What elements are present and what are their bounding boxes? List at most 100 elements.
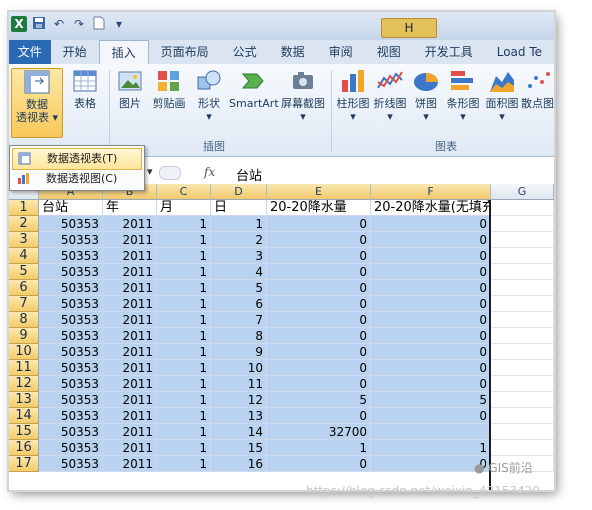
table-cell[interactable]: 0 xyxy=(267,248,371,264)
area-chart-button[interactable]: 面积图 ▾ xyxy=(483,68,521,128)
header-cell[interactable] xyxy=(491,200,554,216)
header-cell[interactable]: 台站 xyxy=(39,200,103,216)
table-cell[interactable]: 1 xyxy=(157,456,211,472)
name-box-dropdown-icon[interactable]: ▾ xyxy=(147,165,153,178)
table-cell[interactable]: 50353 xyxy=(39,456,103,472)
table-cell[interactable]: 0 xyxy=(371,360,491,376)
table-cell[interactable]: 1 xyxy=(371,440,491,456)
table-cell[interactable]: 8 xyxy=(211,328,267,344)
tab-formulas[interactable]: 公式 xyxy=(221,40,269,64)
table-cell[interactable]: 50353 xyxy=(39,408,103,424)
column-header-c[interactable]: C xyxy=(157,184,211,200)
row-header[interactable]: 13 xyxy=(9,392,39,408)
table-cell[interactable]: 50353 xyxy=(39,424,103,440)
tab-review[interactable]: 审阅 xyxy=(317,40,365,64)
table-cell[interactable] xyxy=(491,392,554,408)
column-header-g[interactable]: G xyxy=(491,184,554,200)
table-cell[interactable]: 0 xyxy=(371,408,491,424)
table-cell[interactable]: 5 xyxy=(211,280,267,296)
formula-input[interactable]: 台站 xyxy=(236,165,262,184)
table-cell[interactable] xyxy=(491,328,554,344)
table-cell[interactable] xyxy=(371,424,491,440)
row-header[interactable]: 15 xyxy=(9,424,39,440)
table-cell[interactable]: 1 xyxy=(157,232,211,248)
table-cell[interactable]: 1 xyxy=(157,328,211,344)
table-cell[interactable]: 2011 xyxy=(103,344,157,360)
table-cell[interactable]: 0 xyxy=(267,264,371,280)
table-cell[interactable]: 0 xyxy=(371,328,491,344)
table-cell[interactable]: 2011 xyxy=(103,376,157,392)
row-header[interactable]: 11 xyxy=(9,360,39,376)
row-header[interactable]: 14 xyxy=(9,408,39,424)
table-cell[interactable] xyxy=(491,264,554,280)
table-cell[interactable]: 50353 xyxy=(39,248,103,264)
table-cell[interactable]: 6 xyxy=(211,296,267,312)
row-header[interactable]: 1 xyxy=(9,200,39,216)
table-cell[interactable]: 1 xyxy=(211,216,267,232)
table-cell[interactable]: 50353 xyxy=(39,296,103,312)
table-cell[interactable]: 0 xyxy=(371,232,491,248)
table-cell[interactable]: 11 xyxy=(211,376,267,392)
new-document-icon[interactable] xyxy=(91,16,107,32)
row-header[interactable]: 8 xyxy=(9,312,39,328)
table-cell[interactable]: 1 xyxy=(157,312,211,328)
table-cell[interactable]: 0 xyxy=(267,360,371,376)
table-cell[interactable]: 32700 xyxy=(267,424,371,440)
table-cell[interactable]: 50353 xyxy=(39,312,103,328)
table-cell[interactable]: 2011 xyxy=(103,248,157,264)
table-cell[interactable]: 2011 xyxy=(103,392,157,408)
row-header[interactable]: 12 xyxy=(9,376,39,392)
tab-load-test[interactable]: Load Te xyxy=(485,40,554,64)
table-cell[interactable]: 1 xyxy=(157,392,211,408)
pie-chart-button[interactable]: 饼图 ▾ xyxy=(411,68,441,128)
table-cell[interactable] xyxy=(491,216,554,232)
table-cell[interactable]: 50353 xyxy=(39,280,103,296)
formula-bar-divider-icon[interactable] xyxy=(159,166,181,180)
row-header[interactable]: 16 xyxy=(9,440,39,456)
bar-chart-button[interactable]: 条形图 ▾ xyxy=(443,68,483,128)
table-cell[interactable]: 14 xyxy=(211,424,267,440)
table-cell[interactable]: 50353 xyxy=(39,344,103,360)
table-cell[interactable]: 1 xyxy=(157,344,211,360)
row-header[interactable]: 7 xyxy=(9,296,39,312)
table-cell[interactable]: 2011 xyxy=(103,312,157,328)
table-cell[interactable]: 13 xyxy=(211,408,267,424)
screenshot-button[interactable]: 屏幕截图 ▾ xyxy=(279,68,327,128)
table-cell[interactable]: 16 xyxy=(211,456,267,472)
header-cell[interactable]: 日 xyxy=(211,200,267,216)
table-cell[interactable]: 50353 xyxy=(39,328,103,344)
table-cell[interactable]: 2011 xyxy=(103,360,157,376)
table-cell[interactable]: 3 xyxy=(211,248,267,264)
pivot-table-button[interactable]: 数据 透视表 ▾ xyxy=(11,68,63,138)
tab-file[interactable]: 文件 xyxy=(9,40,51,64)
table-cell[interactable]: 12 xyxy=(211,392,267,408)
table-cell[interactable]: 0 xyxy=(371,280,491,296)
table-cell[interactable]: 1 xyxy=(157,280,211,296)
table-cell[interactable]: 0 xyxy=(371,456,491,472)
table-cell[interactable]: 0 xyxy=(267,296,371,312)
row-header[interactable]: 9 xyxy=(9,328,39,344)
table-cell[interactable]: 2 xyxy=(211,232,267,248)
table-cell[interactable]: 1 xyxy=(157,360,211,376)
tab-page-layout[interactable]: 页面布局 xyxy=(149,40,221,64)
column-header-d[interactable]: D xyxy=(211,184,267,200)
picture-button[interactable]: 图片 xyxy=(113,68,147,128)
table-cell[interactable]: 0 xyxy=(267,232,371,248)
undo-icon[interactable]: ↶ xyxy=(51,16,67,32)
row-header[interactable]: 4 xyxy=(9,248,39,264)
tab-view[interactable]: 视图 xyxy=(365,40,413,64)
table-cell[interactable]: 1 xyxy=(157,408,211,424)
table-cell[interactable]: 5 xyxy=(267,392,371,408)
table-cell[interactable]: 50353 xyxy=(39,392,103,408)
table-cell[interactable]: 2011 xyxy=(103,440,157,456)
tab-developer[interactable]: 开发工具 xyxy=(413,40,485,64)
table-cell[interactable]: 2011 xyxy=(103,456,157,472)
table-cell[interactable]: 2011 xyxy=(103,280,157,296)
table-cell[interactable]: 10 xyxy=(211,360,267,376)
table-cell[interactable]: 1 xyxy=(157,264,211,280)
table-cell[interactable]: 0 xyxy=(371,248,491,264)
table-cell[interactable]: 2011 xyxy=(103,264,157,280)
table-cell[interactable] xyxy=(491,248,554,264)
table-cell[interactable]: 4 xyxy=(211,264,267,280)
header-cell[interactable]: 月 xyxy=(157,200,211,216)
